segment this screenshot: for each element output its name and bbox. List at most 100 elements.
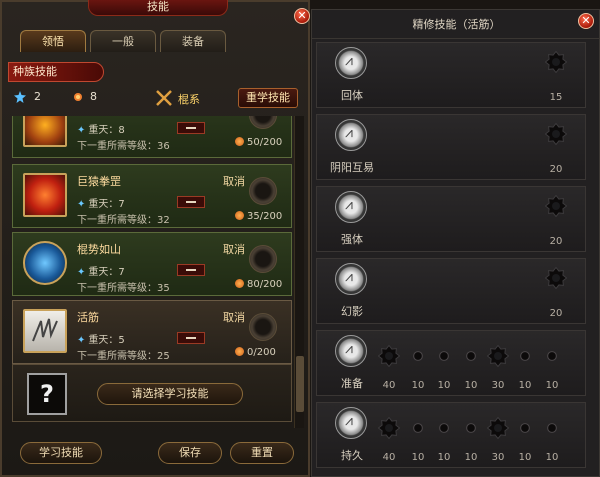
refine-node-cost: 15	[549, 92, 563, 103]
skill-progress: 50/200	[247, 137, 283, 148]
refine-node-icon[interactable]	[545, 123, 567, 145]
skill-slot[interactable]	[249, 116, 277, 129]
refine-node-cost: 10	[545, 452, 559, 463]
skill-progress: 35/200	[247, 211, 283, 222]
learn-skill-slot: ? 请选择学习技能	[12, 364, 292, 422]
next-level-requirement: 下一重所需等级：25	[77, 351, 170, 362]
save-button[interactable]: 保存	[158, 442, 222, 464]
skill-name: 棍势如山	[77, 243, 121, 256]
refine-node-icon[interactable]	[519, 422, 531, 434]
skill-name: 活筋	[77, 311, 99, 324]
refine-node-icon[interactable]	[438, 422, 450, 434]
refine-node-icon[interactable]	[412, 422, 424, 434]
refine-node-icon[interactable]	[546, 422, 558, 434]
sun-points-value: 8	[90, 90, 97, 103]
race-skill-label: 种族技能	[8, 62, 104, 82]
refine-node-icon[interactable]	[465, 422, 477, 434]
decrease-button[interactable]	[177, 196, 205, 208]
relearn-skill-button[interactable]: 重学技能	[238, 88, 298, 108]
learn-skill-button[interactable]: 学习技能	[20, 442, 102, 464]
refine-skill-icon[interactable]	[335, 407, 367, 439]
refine-node-icon[interactable]	[546, 350, 558, 362]
refine-node-cost: 30	[491, 452, 505, 463]
skill-icon	[23, 309, 67, 353]
refine-node-cost: 10	[411, 452, 425, 463]
cancel-button[interactable]: 取消	[223, 173, 245, 189]
scrollbar[interactable]	[294, 116, 304, 428]
refine-node-cost: 10	[464, 452, 478, 463]
tab-comprehend[interactable]: 领悟	[20, 30, 86, 52]
skill-slot[interactable]	[249, 313, 277, 341]
skill-card[interactable]: 巨猿拳罡 取消 ✦ 重天：7 下一重所需等级：32 35/200	[12, 164, 292, 228]
skill-card[interactable]: ✦ 重天：8 下一重所需等级：36 50/200	[12, 116, 292, 158]
refine-node-cost: 10	[545, 380, 559, 391]
refine-node-icon[interactable]	[378, 345, 400, 367]
star-icon: ✦	[77, 199, 86, 210]
skill-level: 重天：7	[88, 199, 125, 210]
star-icon: ✦	[77, 335, 86, 346]
refine-node-icon[interactable]	[519, 350, 531, 362]
refine-node-icon[interactable]	[412, 350, 424, 362]
refine-node-cost: 30	[491, 380, 505, 391]
refine-node-cost: 10	[411, 380, 425, 391]
sun-icon	[74, 93, 82, 101]
weapon-system-label: 棍系	[178, 93, 200, 106]
refine-node-cost: 10	[518, 452, 532, 463]
skill-icon	[23, 173, 67, 217]
refine-skill-name: 强体	[341, 233, 363, 246]
refine-node-cost: 40	[382, 452, 396, 463]
skill-level: 重天：5	[88, 335, 125, 346]
star-icon	[14, 91, 26, 103]
skill-progress: 80/200	[247, 279, 283, 290]
refine-node-icon[interactable]	[487, 417, 509, 439]
refine-skill-icon[interactable]	[335, 119, 367, 151]
tendon-icon	[32, 318, 58, 342]
skill-name: 巨猿拳罡	[77, 175, 121, 188]
cancel-button[interactable]: 取消	[223, 241, 245, 257]
refine-skill-icon[interactable]	[335, 47, 367, 79]
refine-node-icon[interactable]	[438, 350, 450, 362]
scroll-thumb[interactable]	[296, 356, 304, 412]
refine-node-icon[interactable]	[545, 195, 567, 217]
decrease-button[interactable]	[177, 264, 205, 276]
next-level-requirement: 下一重所需等级：36	[77, 141, 170, 152]
skill-icon	[23, 116, 67, 147]
star-points-value: 2	[34, 90, 41, 103]
skill-slot[interactable]	[249, 245, 277, 273]
refine-node-icon[interactable]	[465, 350, 477, 362]
refine-node-cost: 10	[518, 380, 532, 391]
next-level-requirement: 下一重所需等级：35	[77, 283, 170, 294]
choose-skill-button[interactable]: 请选择学习技能	[97, 383, 243, 405]
refine-node-cost: 40	[382, 380, 396, 391]
refine-node-icon[interactable]	[545, 267, 567, 289]
sun-icon	[235, 347, 244, 356]
refine-title: 精修技能（活筋）	[412, 18, 501, 31]
close-icon[interactable]: ✕	[578, 13, 594, 29]
window-title: 技能	[88, 0, 228, 16]
tab-general[interactable]: 一般	[90, 30, 156, 52]
skill-points-bar: 2 8 棍系 重学技能	[12, 88, 302, 108]
skill-card[interactable]: 活筋 取消 ✦ 重天：5 下一重所需等级：25 0/200	[12, 300, 292, 364]
next-level-requirement: 下一重所需等级：32	[77, 215, 170, 226]
refine-skill-icon[interactable]	[335, 263, 367, 295]
skill-slot[interactable]	[249, 177, 277, 205]
sun-icon	[235, 137, 244, 146]
skill-level: 重天：8	[88, 125, 125, 136]
skill-card[interactable]: 棍势如山 取消 ✦ 重天：7 下一重所需等级：35 80/200	[12, 232, 292, 296]
refine-skill-icon[interactable]	[335, 191, 367, 223]
refine-skill-icon[interactable]	[335, 335, 367, 367]
decrease-button[interactable]	[177, 332, 205, 344]
star-icon: ✦	[77, 267, 86, 278]
decrease-button[interactable]	[177, 122, 205, 134]
tab-equipment[interactable]: 装备	[160, 30, 226, 52]
refine-node-icon[interactable]	[545, 51, 567, 73]
skill-window: 技能 ✕ 领悟 一般 装备 种族技能 2 8 棍系 重学技能 ✦ 重天：8 下一重…	[0, 0, 310, 477]
reset-button[interactable]: 重置	[230, 442, 294, 464]
refine-node-icon[interactable]	[378, 417, 400, 439]
empty-skill-slot[interactable]: ?	[27, 373, 67, 415]
cancel-button[interactable]: 取消	[223, 309, 245, 325]
close-icon[interactable]: ✕	[294, 8, 310, 24]
refine-skill-name: 幻影	[341, 305, 363, 318]
refine-node-icon[interactable]	[487, 345, 509, 367]
refine-node-cost: 10	[437, 452, 451, 463]
